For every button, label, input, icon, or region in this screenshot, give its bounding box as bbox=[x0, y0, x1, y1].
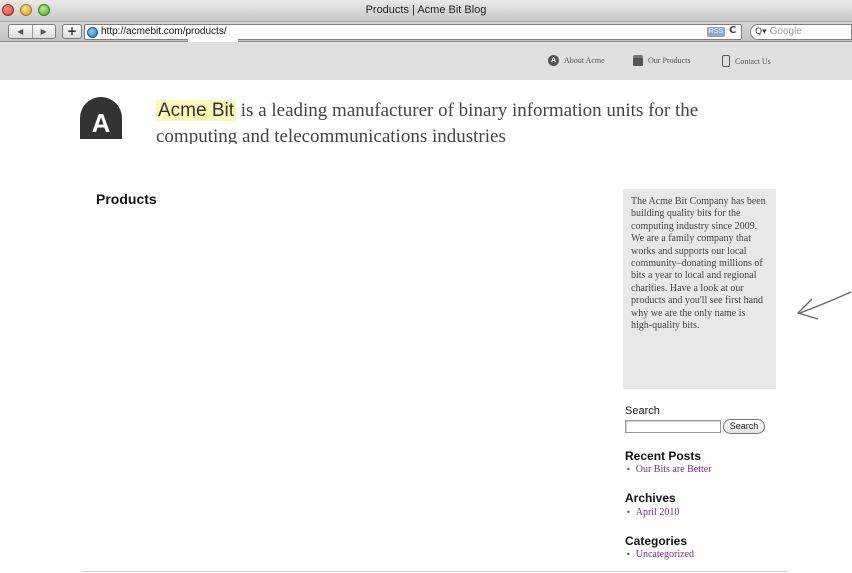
category-link[interactable]: Uncategorized bbox=[626, 549, 694, 560]
browser-toolbar: ◀ ▶ + http://acmebit.com/products/ RSS C… bbox=[0, 22, 852, 45]
nav-about[interactable]: A About Acme bbox=[548, 55, 605, 66]
reload-icon[interactable]: C bbox=[729, 25, 736, 36]
categories-list: Uncategorized bbox=[626, 549, 694, 560]
products-icon bbox=[633, 55, 643, 66]
archives-title: Archives bbox=[625, 491, 676, 505]
forward-icon[interactable]: ▶ bbox=[33, 25, 56, 38]
window-title: Products | Acme Bit Blog bbox=[365, 4, 487, 16]
sidebar-about-box: The Acme Bit Company has been building q… bbox=[623, 189, 776, 389]
add-bookmark-button[interactable]: + bbox=[62, 24, 82, 39]
annotation-arrow-icon bbox=[796, 291, 852, 320]
site-nav: A About Acme Our Products Contact Us bbox=[0, 42, 852, 80]
nav-contact[interactable]: Contact Us bbox=[722, 55, 771, 67]
search-widget-title: Search bbox=[625, 405, 660, 417]
archives-list: April 2010 bbox=[626, 507, 680, 518]
site-tagline: Acme Bit is a leading manufacturer of bi… bbox=[156, 98, 756, 144]
back-icon[interactable]: ◀ bbox=[9, 25, 33, 38]
rss-icon[interactable]: RSS bbox=[707, 27, 725, 37]
categories-title: Categories bbox=[625, 534, 688, 548]
search-button[interactable]: Search bbox=[723, 419, 765, 434]
browser-search-placeholder: Google bbox=[769, 26, 802, 37]
address-bar[interactable]: http://acmebit.com/products/ RSS C bbox=[84, 24, 742, 40]
page-title: Products bbox=[96, 191, 157, 207]
nav-products-label[interactable]: Our Products bbox=[648, 56, 690, 65]
globe-icon bbox=[87, 27, 98, 38]
browser-search-field[interactable]: Q▾ Google bbox=[750, 24, 852, 40]
recent-posts-list: Our Bits are Better bbox=[626, 464, 712, 475]
search-icon: Q▾ bbox=[755, 27, 767, 37]
about-icon: A bbox=[548, 55, 559, 66]
footer-divider bbox=[82, 571, 788, 572]
brand-name[interactable]: Acme Bit bbox=[156, 100, 237, 121]
recent-post-link[interactable]: Our Bits are Better bbox=[626, 464, 712, 475]
nav-contact-label[interactable]: Contact Us bbox=[735, 57, 771, 66]
site-logo[interactable]: A bbox=[80, 97, 122, 139]
recent-posts-title: Recent Posts bbox=[625, 449, 702, 463]
tagline-text: is a leading manufacturer of binary info… bbox=[156, 100, 699, 144]
logo-letter: A bbox=[80, 97, 122, 139]
search-input[interactable] bbox=[625, 420, 721, 433]
back-forward-buttons: ◀ ▶ bbox=[8, 24, 56, 39]
nav-products[interactable]: Our Products bbox=[633, 55, 690, 66]
window-titlebar: Products | Acme Bit Blog bbox=[0, 0, 852, 22]
contact-icon bbox=[722, 55, 730, 67]
archive-link[interactable]: April 2010 bbox=[626, 507, 680, 518]
nav-about-label[interactable]: About Acme bbox=[564, 56, 605, 65]
